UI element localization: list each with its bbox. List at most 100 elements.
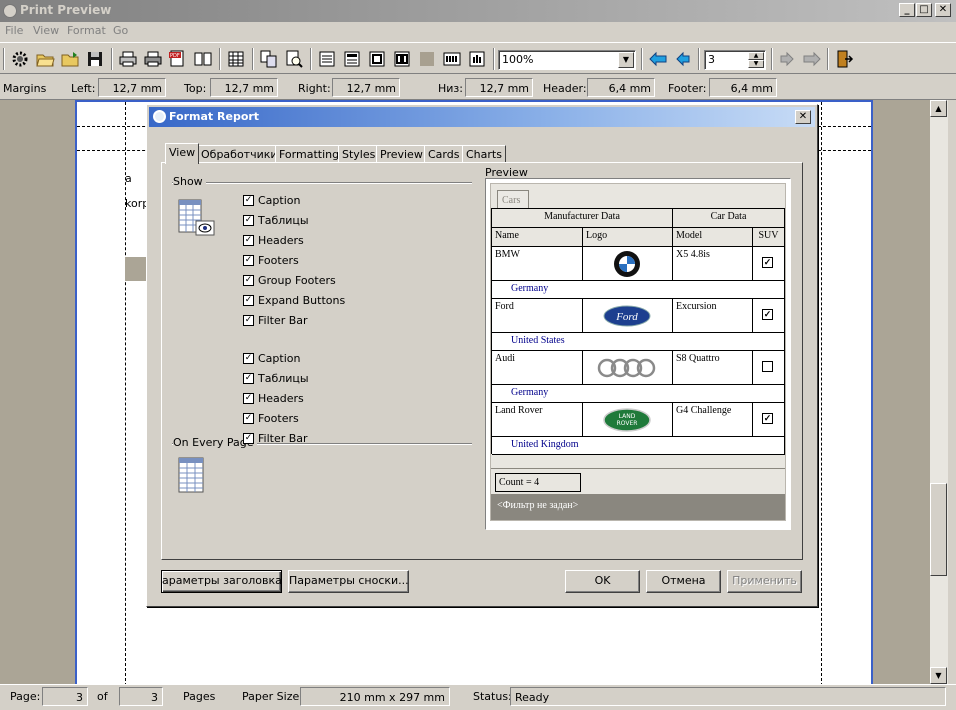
zoom-combo[interactable]: 100% ▼ — [498, 50, 636, 70]
tab-preview[interactable]: Preview — [376, 145, 427, 163]
margin-header-field[interactable]: 6,4 mm — [587, 78, 655, 97]
last-page-arrow-icon[interactable] — [802, 49, 822, 69]
spinner-down-icon[interactable]: ▼ — [748, 60, 764, 68]
single-page-icon[interactable] — [317, 49, 337, 69]
page-setup-book-icon[interactable] — [193, 49, 213, 69]
first-page-arrow-icon[interactable] — [648, 49, 668, 69]
status-status-label: Status: — [473, 690, 512, 703]
toolbar-separator — [771, 48, 773, 70]
dialog-gear-icon — [153, 110, 166, 123]
cell-model: G4 Challenge — [673, 403, 753, 437]
checkbox-box[interactable]: ✓ — [243, 393, 254, 404]
toolbar-separator — [252, 48, 254, 70]
group-row: Germany — [492, 385, 785, 403]
checkbox-box[interactable]: ✓ — [243, 413, 254, 424]
land-rover-logo-text: LAND — [619, 413, 636, 420]
tab-cards[interactable]: Cards — [424, 145, 464, 163]
menu-go[interactable]: Go — [113, 24, 128, 37]
checkbox-label: Filter Bar — [258, 314, 308, 327]
checkbox-box[interactable]: ✓ — [243, 433, 254, 444]
header-parameters-button[interactable]: араметры заголовка... — [161, 570, 282, 593]
open-folder-icon[interactable] — [35, 49, 55, 69]
exit-door-icon[interactable] — [834, 49, 854, 69]
spinner-up-icon[interactable]: ▲ — [748, 52, 764, 60]
dialog-close-icon[interactable]: ✕ — [795, 110, 811, 124]
margin-top-field[interactable]: 12,7 mm — [210, 78, 278, 97]
footer-parameters-button[interactable]: Параметры сноски... — [288, 570, 409, 593]
one-page-view-icon[interactable] — [367, 49, 387, 69]
page-number-spinner[interactable]: 3 ▲ ▼ — [704, 50, 766, 70]
minimize-button[interactable]: _ — [899, 3, 915, 17]
suv-checkbox: ✓ — [762, 413, 773, 424]
two-pages-view-icon[interactable] — [392, 49, 412, 69]
status-total-field: 3 — [119, 687, 163, 706]
hand-tool-icon[interactable] — [467, 49, 487, 69]
scroll-up-arrow-icon[interactable]: ▲ — [930, 100, 947, 117]
apply-button[interactable]: Применить — [727, 570, 802, 593]
header-footer-icon[interactable] — [342, 49, 362, 69]
menu-view[interactable]: View — [33, 24, 59, 37]
cell-name: Land Rover — [492, 403, 583, 437]
next-page-arrow-icon[interactable] — [777, 49, 797, 69]
margin-right-label: Right: — [298, 82, 331, 95]
save-disk-icon[interactable] — [85, 49, 105, 69]
checkbox-box[interactable]: ✓ — [243, 275, 254, 286]
previous-page-arrow-icon[interactable] — [673, 49, 693, 69]
svg-text:PDF: PDF — [170, 53, 180, 59]
menu-bar: File View Format Go — [0, 22, 956, 40]
checkbox-label: Caption — [258, 194, 301, 207]
cancel-button[interactable]: Отмена — [646, 570, 721, 593]
find-page-icon[interactable] — [284, 49, 304, 69]
margins-label: Margins — [3, 82, 47, 95]
print-icon[interactable] — [118, 49, 138, 69]
menu-file[interactable]: File — [5, 24, 23, 37]
scroll-thumb[interactable] — [930, 483, 947, 576]
maximize-button[interactable]: □ — [916, 3, 932, 17]
column-header-name: Name — [492, 228, 583, 247]
cell-name: Ford — [492, 299, 583, 333]
checkbox-box[interactable]: ✓ — [243, 195, 254, 206]
checkbox-box[interactable]: ✓ — [243, 353, 254, 364]
zoom-dropdown-arrow-icon[interactable]: ▼ — [618, 52, 634, 68]
margin-footer-field[interactable]: 6,4 mm — [709, 78, 777, 97]
tab-formatting[interactable]: Formatting — [275, 145, 344, 163]
close-window-button[interactable]: ✕ — [935, 3, 951, 17]
scroll-down-arrow-icon[interactable]: ▼ — [930, 667, 947, 684]
checkbox-label: Headers — [258, 234, 304, 247]
checkbox-box[interactable]: ✓ — [243, 255, 254, 266]
design-gear-icon[interactable] — [10, 49, 30, 69]
quick-print-icon[interactable] — [143, 49, 163, 69]
checkbox-label: Таблицы — [258, 214, 309, 227]
margin-bottom-field[interactable]: 12,7 mm — [465, 78, 533, 97]
tab-styles[interactable]: Styles — [338, 145, 380, 163]
background-color-icon[interactable] — [417, 49, 437, 69]
checkbox-box[interactable]: ✓ — [243, 215, 254, 226]
copy-pages-icon[interactable] — [259, 49, 279, 69]
vertical-scrollbar[interactable]: ▲ ▼ — [930, 100, 948, 684]
cell-model: S8 Quattro — [673, 351, 753, 385]
checkbox-box[interactable]: ✓ — [243, 373, 254, 384]
cell-suv: ✓ — [753, 247, 785, 281]
checkbox-box[interactable]: ✓ — [243, 235, 254, 246]
grid-view-icon[interactable] — [226, 49, 246, 69]
open-folder-2-icon[interactable] — [60, 49, 80, 69]
checkbox-box[interactable]: ✓ — [243, 315, 254, 326]
bmw-logo-icon — [614, 251, 640, 277]
preview-grid: Manufacturer Data Car Data Name Logo Mod… — [491, 208, 785, 455]
tab-charts[interactable]: Charts — [462, 145, 506, 163]
tab-view[interactable]: View — [165, 143, 200, 164]
multi-page-view-icon[interactable] — [442, 49, 462, 69]
dialog-title: Format Report — [169, 110, 260, 123]
group-country: United Kingdom — [511, 439, 579, 450]
margin-left-field[interactable]: 12,7 mm — [98, 78, 166, 97]
right-margin-line — [821, 102, 822, 686]
tab-handlers[interactable]: Обработчики — [197, 145, 282, 163]
ok-button[interactable]: OK — [565, 570, 640, 593]
checkbox-box[interactable]: ✓ — [243, 295, 254, 306]
status-bar: Page: 3 of 3 Pages Paper Size: 210 mm x … — [0, 684, 956, 710]
cell-name: BMW — [492, 247, 583, 281]
margin-right-field[interactable]: 12,7 mm — [332, 78, 400, 97]
export-pdf-icon[interactable]: PDF — [168, 49, 188, 69]
cell-model: Excursion — [673, 299, 753, 333]
menu-format[interactable]: Format — [67, 24, 106, 37]
